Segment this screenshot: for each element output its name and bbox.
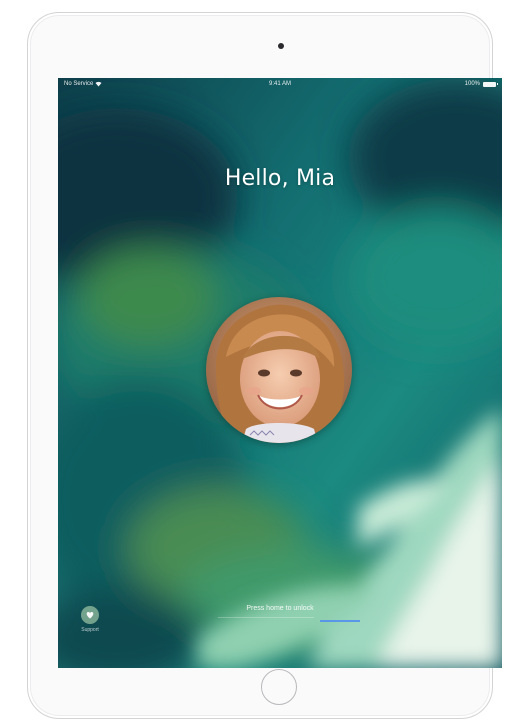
corner-label: Support — [81, 627, 99, 633]
battery-percent: 100% — [464, 81, 480, 87]
camera-icon — [278, 43, 284, 49]
user-avatar[interactable] — [206, 297, 352, 443]
unlock-highlight — [320, 620, 360, 622]
heart-icon-glyph — [86, 611, 94, 619]
unlock-hint: Press home to unlock — [246, 605, 314, 612]
avatar-photo — [206, 297, 352, 443]
greeting-text: Hello, Mia — [224, 166, 336, 191]
heart-icon[interactable] — [81, 606, 99, 624]
lock-screen: No Service 9:41 AM 100% Hello, Mia Press… — [58, 78, 502, 668]
status-bar: No Service 9:41 AM 100% — [58, 78, 502, 92]
battery-icon — [483, 81, 498, 87]
status-time: 9:41 AM — [268, 81, 291, 87]
home-button[interactable] — [261, 669, 297, 705]
status-right: 100% — [464, 81, 498, 87]
unlock-hint-underline — [218, 617, 314, 618]
